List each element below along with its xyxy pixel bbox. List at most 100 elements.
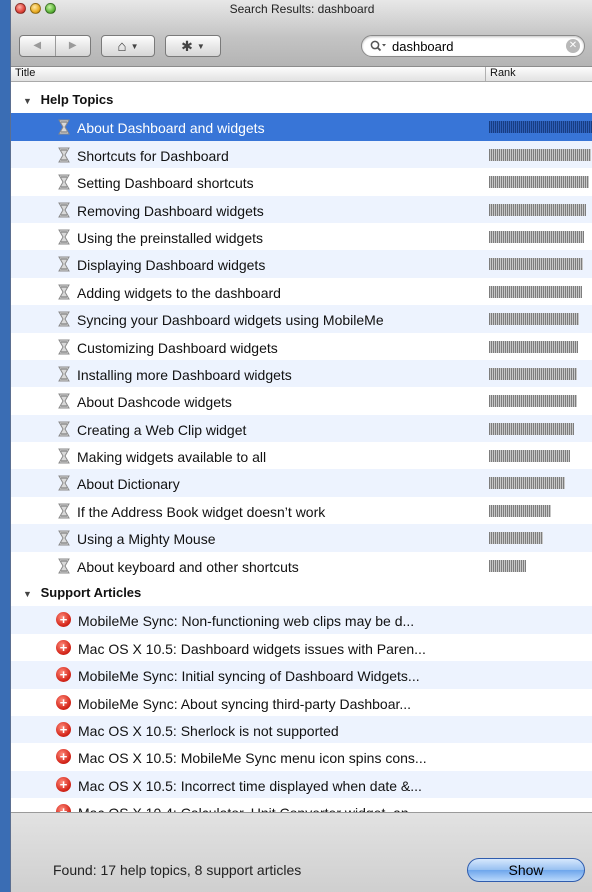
search-input[interactable] (392, 38, 552, 54)
help-topic-row[interactable]: Using a Mighty Mouse (11, 524, 592, 552)
rank-bar (489, 230, 584, 243)
help-topic-row[interactable]: Customizing Dashboard widgets (11, 333, 592, 360)
help-topic-label: About Dictionary (77, 476, 180, 493)
support-article-row[interactable]: + Mac OS X 10.5: Dashboard widgets issues… (11, 634, 592, 661)
help-topic-row[interactable]: Adding widgets to the dashboard (11, 278, 592, 305)
help-topic-row[interactable]: Making widgets available to all (11, 442, 592, 469)
group-help-topics[interactable]: ▼ Help Topics (11, 86, 592, 113)
title-bar: Search Results: dashboard ◀ ▶ ⌂ ▼ ✱ ▼ ✕ (11, 0, 592, 67)
rank-bar (489, 477, 565, 490)
help-topic-label: Shortcuts for Dashboard (77, 147, 229, 164)
rank-bar (489, 559, 526, 572)
support-article-label: Mac OS X 10.5: Incorrect time displayed … (78, 777, 422, 794)
help-topic-label: If the Address Book widget doesn’t work (77, 503, 326, 520)
support-article-row[interactable]: + MobileMe Sync: Initial syncing of Dashb… (11, 661, 592, 689)
clear-search-icon[interactable]: ✕ (566, 39, 580, 53)
help-topic-icon (57, 202, 71, 218)
help-topic-label: About Dashcode widgets (77, 394, 232, 411)
disclosure-triangle-icon[interactable]: ▼ (23, 581, 37, 608)
help-topic-label: Using the preinstalled widgets (77, 229, 263, 246)
help-topic-label: Making widgets available to all (77, 449, 267, 466)
help-topic-row[interactable]: Setting Dashboard shortcuts (11, 168, 592, 195)
results-list: ▼ Help Topics About Dashboard and widget… (11, 86, 592, 826)
support-article-row[interactable]: + Mac OS X 10.5: MobileMe Sync menu icon … (11, 743, 592, 770)
support-article-row[interactable]: + Mac OS X 10.5: Sherlock is not supporte… (11, 715, 592, 744)
support-article-label: MobileMe Sync: Non-functioning web clips… (78, 613, 415, 630)
help-topic-label: Removing Dashboard widgets (77, 202, 264, 219)
back-button[interactable]: ◀ (20, 36, 55, 56)
support-article-label: Mac OS X 10.5: Dashboard widgets issues … (78, 640, 426, 657)
rank-bar (489, 504, 551, 517)
rank-bar (489, 313, 579, 326)
support-article-icon: + (56, 612, 71, 628)
help-topic-icon (57, 339, 71, 355)
support-article-label: Mac OS X 10.5: Sherlock is not supported (78, 722, 339, 739)
support-article-row[interactable]: + MobileMe Sync: About syncing third-part… (11, 689, 592, 716)
help-topic-label: Creating a Web Clip widget (77, 421, 247, 438)
support-article-icon: + (56, 667, 71, 683)
rank-bar (489, 121, 592, 134)
group-label: Support Articles (40, 585, 142, 601)
results-count: Found: 17 help topics, 8 support article… (53, 862, 302, 878)
help-topic-row[interactable]: Creating a Web Clip widget (11, 414, 592, 443)
help-topic-label: About Dashboard and widgets (77, 120, 265, 137)
help-topic-icon (57, 366, 71, 382)
help-topic-icon (57, 174, 71, 190)
show-button[interactable]: Show (467, 858, 585, 882)
help-topic-label: Installing more Dashboard widgets (77, 366, 292, 383)
help-topic-icon (57, 503, 71, 519)
disclosure-triangle-icon[interactable]: ▼ (23, 88, 37, 115)
rank-bar (489, 340, 578, 353)
help-topic-row[interactable]: About Dashcode widgets (11, 387, 592, 414)
group-label: Help Topics (40, 92, 114, 107)
help-topic-icon (57, 256, 71, 272)
column-header-title[interactable]: Title (15, 67, 35, 79)
support-article-icon: + (56, 749, 71, 765)
window-title: Search Results: dashboard (229, 2, 375, 16)
help-topic-row[interactable]: About Dictionary (11, 469, 592, 497)
support-article-icon: + (56, 776, 71, 792)
rank-bar (489, 367, 577, 380)
search-field[interactable]: ✕ (361, 35, 585, 57)
help-viewer-window: Search Results: dashboard ◀ ▶ ⌂ ▼ ✱ ▼ ✕ (10, 0, 592, 892)
help-topic-row[interactable]: If the Address Book widget doesn’t work (11, 497, 592, 524)
help-topic-row[interactable]: Shortcuts for Dashboard (11, 140, 592, 169)
help-topic-row[interactable]: Removing Dashboard widgets (11, 195, 592, 223)
help-topic-label: About keyboard and other shortcuts (77, 558, 299, 575)
help-topic-row[interactable]: Installing more Dashboard widgets (11, 359, 592, 388)
help-topic-icon (57, 558, 71, 574)
support-article-icon: + (56, 721, 71, 737)
help-topic-row[interactable]: About Dashboard and widgets (11, 113, 592, 141)
home-icon: ⌂ (117, 37, 127, 55)
support-article-row[interactable]: + MobileMe Sync: Non-functioning web clip… (11, 606, 592, 634)
column-header-rank[interactable]: Rank (485, 67, 592, 81)
chevron-down-icon: ▼ (130, 41, 139, 51)
support-article-row[interactable]: + Mac OS X 10.5: Incorrect time displayed… (11, 770, 592, 799)
rank-bar (489, 148, 591, 161)
help-topic-icon (57, 421, 71, 437)
home-button[interactable]: ⌂ ▼ (101, 35, 155, 57)
help-topic-row[interactable]: Using the preinstalled widgets (11, 223, 592, 250)
rank-bar (489, 450, 570, 463)
help-topic-icon (57, 229, 71, 245)
help-topic-row[interactable]: Displaying Dashboard widgets (11, 250, 592, 278)
help-topic-label: Displaying Dashboard widgets (77, 257, 266, 274)
help-topic-row[interactable]: Syncing your Dashboard widgets using Mob… (11, 305, 592, 333)
help-topic-icon (57, 311, 71, 327)
rank-bar (489, 285, 582, 298)
rank-bar (489, 203, 586, 216)
support-article-icon: + (56, 694, 71, 710)
rank-bar (489, 422, 574, 435)
gear-icon: ✱ (181, 37, 193, 54)
support-article-label: MobileMe Sync: About syncing third-party… (78, 695, 412, 712)
help-topic-label: Syncing your Dashboard widgets using Mob… (77, 312, 384, 329)
help-topic-icon (57, 530, 71, 546)
forward-button[interactable]: ▶ (54, 36, 91, 56)
help-topic-label: Customizing Dashboard widgets (77, 339, 278, 356)
footer-bar: Found: 17 help topics, 8 support article… (11, 812, 592, 892)
search-icon[interactable] (370, 39, 386, 53)
group-support-articles[interactable]: ▼ Support Articles (11, 579, 592, 606)
help-topic-row[interactable]: About keyboard and other shortcuts (11, 552, 592, 579)
action-menu-button[interactable]: ✱ ▼ (165, 35, 221, 57)
help-topic-icon (57, 475, 71, 491)
